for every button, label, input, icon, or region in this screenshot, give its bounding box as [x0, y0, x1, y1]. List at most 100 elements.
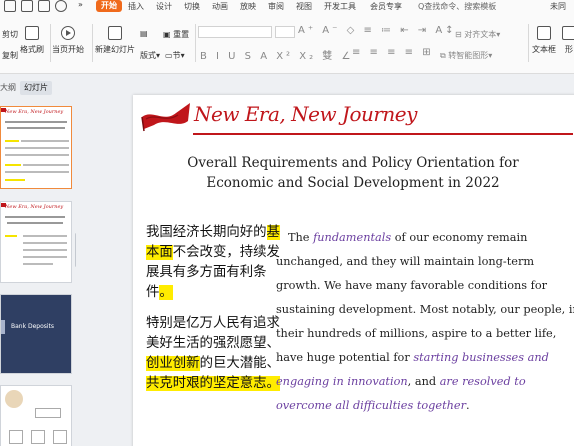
en-text-run: of our economy remain unchanged, and the…: [276, 231, 574, 364]
tab-slideshow[interactable]: 放映: [240, 1, 256, 12]
slide-thumbnail-4[interactable]: [0, 385, 72, 446]
thumbnail-line: [5, 216, 65, 218]
tab-animations[interactable]: 动画: [212, 1, 228, 12]
slide-canvas[interactable]: New Era, New Journey Overall Requirement…: [133, 95, 574, 446]
print-icon[interactable]: [38, 0, 50, 12]
brand-rule: [193, 133, 573, 135]
thumbnail-line: [23, 256, 67, 258]
thumbnail-box: [9, 430, 23, 444]
chinese-text-box[interactable]: 我国经济长期向好的基本面不会改变，持续发展具有多方面有利条件。 特别是亿万人民有…: [146, 223, 280, 394]
layout-button[interactable]: 版式▾: [140, 50, 160, 61]
slide-thumbnail-2[interactable]: New Era, New Journey: [0, 201, 72, 283]
cn-highlight: 。: [159, 285, 173, 300]
tab-member[interactable]: 会员专享: [370, 1, 402, 12]
new-slide-icon: [108, 26, 122, 40]
thumbnail-box: [35, 408, 61, 418]
divider: [92, 24, 93, 62]
thumbnail-background: [1, 295, 71, 373]
thumbnail-badge: [1, 320, 5, 334]
section-button[interactable]: ▭节▾: [165, 50, 185, 61]
thumbnail-title: New Era, New Journey: [5, 204, 64, 210]
reset-button[interactable]: ▣ 重置: [163, 29, 189, 40]
layout-icon[interactable]: ▤: [140, 29, 148, 38]
cn-highlight: 共克时艰的坚定意志: [146, 376, 267, 391]
thumbnail-line: [21, 140, 69, 142]
convert-smartart-button[interactable]: ⧉ 转智能图形▾: [440, 50, 492, 61]
font-style-tools[interactable]: B I U S A X² X₂ 雙 ∠: [200, 47, 353, 62]
cn-paragraph-1: 我国经济长期向好的基本面不会改变，持续发展具有多方面有利条件。: [146, 223, 280, 303]
slide-title-line1: Overall Requirements and Policy Orientat…: [187, 155, 519, 171]
tab-design[interactable]: 设计: [156, 1, 172, 12]
thumbnail-highlight: [5, 164, 21, 166]
command-search[interactable]: Q查找命令、搜索模板: [418, 1, 496, 12]
slide-thumbnail-3[interactable]: Bank Deposits: [0, 294, 72, 374]
ribbon-toolbar: » 开始 插入 设计 切换 动画 放映 审阅 视图 开发工具 会员专享 Q查找命…: [0, 0, 574, 74]
en-text-run: The: [288, 231, 314, 244]
thumbnail-title: New Era, New Journey: [5, 109, 64, 115]
open-file-icon[interactable]: [4, 0, 16, 12]
thumbnail-line: [5, 121, 67, 123]
layout-label: 版式: [140, 51, 156, 60]
tab-developer[interactable]: 开发工具: [324, 1, 356, 12]
paragraph-align-tools[interactable]: ≡ ≡ ≡ ≡ ⊞: [352, 47, 434, 58]
thumbnail-line: [23, 263, 53, 265]
cn-text-run: 我国经济长期向好的: [146, 225, 267, 240]
new-slide-button[interactable]: 新建幻灯片: [95, 26, 135, 55]
cut-button[interactable]: 剪切: [2, 29, 18, 40]
presentation-app: » 开始 插入 设计 切换 动画 放映 审阅 视图 开发工具 会员专享 Q查找命…: [0, 0, 574, 446]
thumbnail-line: [23, 249, 67, 251]
copy-button[interactable]: 复制: [2, 50, 18, 61]
slide-title[interactable]: Overall Requirements and Policy Orientat…: [143, 153, 563, 193]
tab-outline[interactable]: 大纲: [0, 81, 16, 95]
undo-icon[interactable]: [55, 0, 67, 12]
red-flag-icon: [141, 103, 190, 132]
format-painter-button[interactable]: 格式刷: [20, 26, 44, 55]
en-text-run: .: [466, 399, 470, 412]
english-text-box[interactable]: The fundamentals of our economy remain u…: [276, 226, 574, 418]
slide-title-line2: Economic and Social Development in 2022: [206, 175, 500, 191]
new-slide-label: 新建幻灯片: [95, 45, 135, 54]
textbox-icon: [537, 26, 551, 40]
tab-slides[interactable]: 幻灯片: [20, 81, 52, 95]
textbox-button[interactable]: 文本框: [532, 26, 556, 55]
tab-view[interactable]: 视图: [296, 1, 312, 12]
thumbnail-box: [53, 430, 67, 444]
tab-insert[interactable]: 插入: [128, 1, 144, 12]
cn-text-run: 的巨大潜能、: [199, 356, 280, 371]
shapes-button[interactable]: 形: [562, 26, 574, 55]
thumbnail-line: [5, 147, 69, 149]
thumbnail-box: [31, 430, 45, 444]
divider: [528, 24, 529, 62]
tab-transitions[interactable]: 切换: [184, 1, 200, 12]
cn-highlight: 创业创新: [146, 356, 200, 371]
thumbnail-line: [5, 154, 69, 156]
thumbnail-line: [7, 222, 63, 224]
thumbnail-highlight: [5, 235, 17, 237]
more-icon[interactable]: »: [78, 0, 83, 9]
font-family-select[interactable]: [198, 26, 272, 38]
align-text-label: 对齐文本: [464, 30, 497, 39]
cn-paragraph-2: 特别是亿万人民有追求美好生活的强烈愿望、创业创新的巨大潜能、共克时艰的坚定意志。: [146, 314, 280, 394]
align-text-button[interactable]: ⊟ 对齐文本▾: [455, 29, 500, 40]
thumbnail-line: [5, 171, 69, 173]
en-text-run: , and: [407, 375, 440, 388]
slide-thumbnail-pane: 大纲 幻灯片 New Era, New Journey New Era, New…: [0, 75, 76, 446]
play-from-current-button[interactable]: 当页开始: [52, 26, 84, 55]
sync-status[interactable]: 未同: [550, 1, 566, 12]
thumbnail-highlight: [5, 179, 25, 181]
save-icon[interactable]: [21, 0, 33, 12]
thumbnail-line: [23, 235, 67, 237]
pane-tabs: 大纲 幻灯片: [0, 81, 76, 95]
slide-thumbnail-1[interactable]: New Era, New Journey: [0, 106, 72, 189]
pane-scrollbar[interactable]: [75, 233, 76, 267]
tab-review[interactable]: 审阅: [268, 1, 284, 12]
cn-text-run: 特别是亿万人民有追求美好生活的强烈愿望、: [146, 316, 280, 351]
shapes-label: 形: [565, 45, 573, 54]
thumbnail-line: [23, 242, 67, 244]
tab-home[interactable]: 开始: [96, 0, 122, 12]
play-label: 当页开始: [52, 45, 84, 54]
font-size-select[interactable]: [275, 26, 295, 38]
thumbnail-decoration: [5, 390, 23, 408]
font-size-tools[interactable]: A⁺ A⁻ ◇ ≡ ≔ ⇤ ⇥ A↕: [298, 25, 457, 36]
en-emphasis: fundamentals: [313, 231, 392, 244]
